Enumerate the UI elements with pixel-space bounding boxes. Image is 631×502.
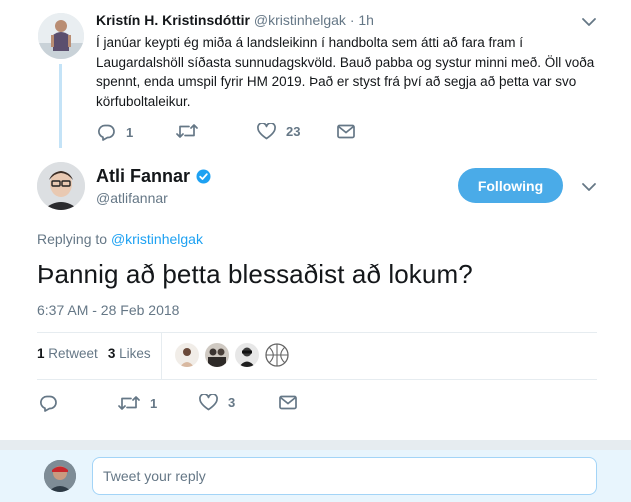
parent-author-avatar[interactable] — [38, 13, 84, 59]
main-author-handle[interactable]: @atlifannar — [96, 190, 168, 206]
engagement-stats: 1 Retweet 3 Likes — [37, 346, 151, 361]
parent-like-button[interactable]: 23 — [257, 123, 300, 140]
reply-input[interactable] — [92, 457, 597, 495]
liker-avatar[interactable] — [265, 343, 289, 367]
message-icon — [279, 395, 297, 410]
liker-avatar[interactable] — [235, 343, 259, 367]
parent-retweet-button[interactable] — [176, 123, 208, 139]
parent-tweet[interactable]: Kristín H. Kristinsdóttir @kristinhelgak… — [0, 0, 631, 158]
replying-to-prefix: Replying to — [37, 231, 111, 247]
verified-badge-icon — [196, 169, 211, 184]
main-tweet-text: Þannig að þetta blessaðist að lokum? — [37, 259, 473, 289]
reply-icon — [40, 395, 57, 412]
replying-to: Replying to @kristinhelgak — [37, 231, 203, 247]
chevron-down-icon[interactable] — [580, 13, 598, 31]
parent-reply-count: 1 — [126, 124, 134, 140]
current-user-avatar[interactable] — [44, 460, 76, 492]
parent-direct-message-button[interactable] — [337, 124, 355, 139]
retweet-icon — [176, 124, 198, 138]
liker-avatar[interactable] — [175, 343, 199, 367]
replying-to-link[interactable]: @kristinhelgak — [111, 231, 203, 247]
main-reply-button[interactable] — [39, 394, 68, 412]
liker-avatar[interactable] — [205, 343, 229, 367]
parent-author-handle[interactable]: @kristinhelgak — [254, 12, 346, 28]
parent-tweet-header: Kristín H. Kristinsdóttir @kristinhelgak… — [96, 12, 374, 28]
retweets-stat[interactable]: 1 Retweet — [37, 346, 98, 361]
main-like-count: 3 — [228, 395, 236, 410]
likes-stat[interactable]: 3 Likes — [108, 346, 151, 361]
heart-icon — [199, 394, 218, 411]
main-tweet-timestamp[interactable]: 6:37 AM - 28 Feb 2018 — [37, 302, 179, 318]
following-button[interactable]: Following — [458, 168, 563, 203]
main-retweet-button[interactable]: 1 — [118, 395, 157, 411]
main-direct-message-button[interactable] — [279, 395, 297, 410]
stats-separator — [161, 333, 162, 379]
parent-like-count: 23 — [286, 124, 301, 139]
parent-tweet-time[interactable]: · 1h — [350, 12, 374, 28]
parent-author-name[interactable]: Kristín H. Kristinsdóttir — [96, 12, 250, 28]
reply-icon — [98, 124, 115, 141]
message-icon — [337, 124, 355, 139]
main-author-name[interactable]: Atli Fannar — [96, 166, 190, 187]
heart-icon — [257, 123, 276, 140]
main-author-avatar[interactable] — [37, 162, 85, 210]
retweet-icon — [118, 396, 140, 410]
main-retweet-count: 1 — [150, 395, 158, 411]
main-author-name-row[interactable]: Atli Fannar — [96, 166, 211, 187]
main-like-button[interactable]: 3 — [199, 394, 235, 411]
chevron-down-icon[interactable] — [580, 178, 598, 196]
divider — [37, 332, 597, 333]
section-separator — [0, 440, 631, 450]
parent-reply-button[interactable]: 1 — [97, 123, 133, 141]
thread-line — [59, 64, 62, 148]
divider — [37, 379, 597, 380]
liker-avatars — [175, 343, 295, 367]
parent-tweet-text: Í janúar keypti ég miða á landsleikinn í… — [96, 35, 595, 109]
